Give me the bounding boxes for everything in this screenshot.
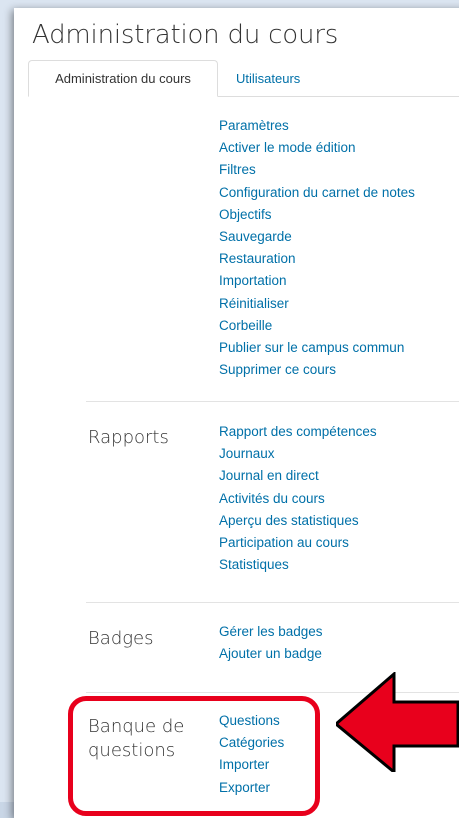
tab-course-administration[interactable]: Administration du cours bbox=[28, 60, 218, 97]
link-filtres[interactable]: Filtres bbox=[219, 159, 415, 181]
link-activites-cours[interactable]: Activités du cours bbox=[219, 488, 377, 510]
link-publier-campus-commun[interactable]: Publier sur le campus commun bbox=[219, 337, 415, 359]
link-rapport-competences[interactable]: Rapport des compétences bbox=[219, 421, 377, 443]
section-title-rapports: Rapports bbox=[88, 427, 169, 448]
link-statistiques[interactable]: Statistiques bbox=[219, 554, 377, 576]
link-configuration-carnet-notes[interactable]: Configuration du carnet de notes bbox=[219, 182, 415, 204]
link-ajouter-badge[interactable]: Ajouter un badge bbox=[219, 643, 323, 665]
link-objectifs[interactable]: Objectifs bbox=[219, 204, 415, 226]
link-restauration[interactable]: Restauration bbox=[219, 248, 415, 270]
link-journaux[interactable]: Journaux bbox=[219, 443, 377, 465]
section-title-badges: Badges bbox=[88, 628, 154, 649]
link-gerer-badges[interactable]: Gérer les badges bbox=[219, 621, 323, 643]
link-participation-cours[interactable]: Participation au cours bbox=[219, 532, 377, 554]
link-importation[interactable]: Importation bbox=[219, 270, 415, 292]
badges-links: Gérer les badges Ajouter un badge bbox=[219, 621, 323, 665]
link-parametres[interactable]: Paramètres bbox=[219, 115, 415, 137]
red-arrow-icon bbox=[336, 672, 459, 772]
section-divider bbox=[86, 602, 459, 603]
section-divider bbox=[86, 401, 459, 402]
link-sauvegarde[interactable]: Sauvegarde bbox=[219, 226, 415, 248]
link-corbeille[interactable]: Corbeille bbox=[219, 315, 415, 337]
page-title: Administration du cours bbox=[32, 20, 339, 50]
link-supprimer-cours[interactable]: Supprimer ce cours bbox=[219, 359, 415, 381]
highlight-box bbox=[68, 696, 320, 816]
course-admin-links: Paramètres Activer le mode édition Filtr… bbox=[219, 115, 415, 381]
reports-links: Rapport des compétences Journaux Journal… bbox=[219, 421, 377, 576]
link-activer-mode-edition[interactable]: Activer le mode édition bbox=[219, 137, 415, 159]
tab-users[interactable]: Utilisateurs bbox=[236, 60, 300, 97]
link-apercu-statistiques[interactable]: Aperçu des statistiques bbox=[219, 510, 377, 532]
link-reinitialiser[interactable]: Réinitialiser bbox=[219, 293, 415, 315]
link-journal-direct[interactable]: Journal en direct bbox=[219, 465, 377, 487]
